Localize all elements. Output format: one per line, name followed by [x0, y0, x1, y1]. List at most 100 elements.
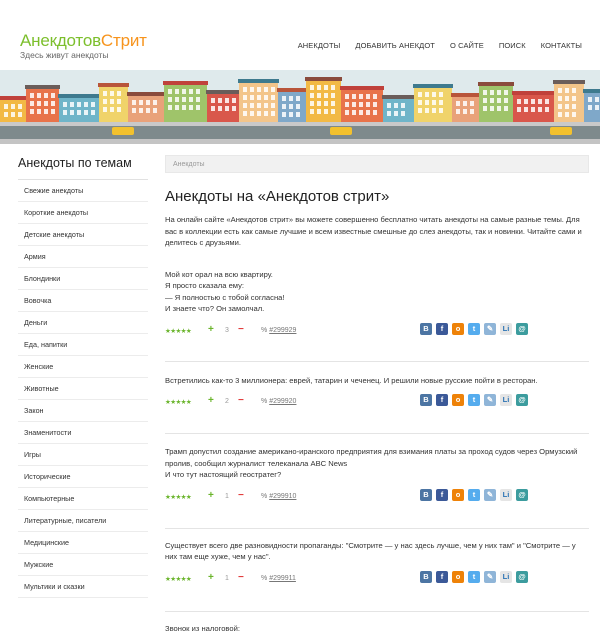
joke-item: Трамп допустил создание американо-иранск… — [165, 434, 589, 529]
joke-item: Встретились как-то 3 миллионера: еврей, … — [165, 362, 589, 435]
mailru-icon[interactable]: @ — [516, 323, 528, 335]
sidebar-title: Анекдоты по темам — [18, 155, 148, 180]
liveinternet-icon[interactable]: Li — [500, 489, 512, 501]
livejournal-icon[interactable]: ✎ — [484, 394, 496, 406]
facebook-icon[interactable]: f — [436, 394, 448, 406]
joke-text: Существует всего две разновидности пропа… — [165, 540, 589, 563]
facebook-icon[interactable]: f — [436, 323, 448, 335]
mailru-icon[interactable]: @ — [516, 489, 528, 501]
vote-up-button[interactable]: + — [208, 490, 214, 501]
joke-meta: ★★★★★ +2 − % #299920 Bfot ✎ Li @ — [165, 394, 589, 412]
nav-jokes[interactable]: АНЕКДОТЫ — [298, 41, 341, 50]
logo-text-orange: Стрит — [101, 31, 147, 50]
share-buttons: Bfot ✎ Li @ — [420, 394, 528, 406]
joke-text: Мой кот орал на всю квартиру. Я просто с… — [165, 269, 589, 315]
sidebar-category-item[interactable]: Деньги — [18, 312, 148, 334]
header-banner — [0, 70, 600, 144]
link-icon: % — [261, 327, 267, 334]
odnoklassniki-icon[interactable]: o — [452, 323, 464, 335]
vote-down-button[interactable]: − — [238, 395, 244, 406]
site-tagline: Здесь живут анекдоты — [20, 50, 109, 60]
joke-list: Мой кот орал на всю квартиру. Я просто с… — [165, 249, 589, 634]
sidebar-category-item[interactable]: Закон — [18, 400, 148, 422]
vk-icon[interactable]: B — [420, 489, 432, 501]
sidebar: Анекдоты по темам Свежие анекдотыКоротки… — [18, 155, 148, 598]
joke-meta: ★★★★★+3−% #299929Bfot✎Li@ — [165, 323, 589, 341]
nav-contacts[interactable]: КОНТАКТЫ — [541, 41, 582, 50]
nav-about[interactable]: О САЙТЕ — [450, 41, 484, 50]
sidebar-category-item[interactable]: Блондинки — [18, 268, 148, 290]
sidebar-category-item[interactable]: Литературные, писатели — [18, 510, 148, 532]
sidebar-category-item[interactable]: Мужские — [18, 554, 148, 576]
odnoklassniki-icon[interactable]: o — [452, 489, 464, 501]
facebook-icon[interactable]: f — [436, 489, 448, 501]
permalink[interactable]: % #299929 — [261, 327, 296, 334]
twitter-icon[interactable]: t — [468, 489, 480, 501]
permalink[interactable]: % #299910 — [261, 493, 296, 500]
sidebar-category-item[interactable]: Медицинские — [18, 532, 148, 554]
sidebar-category-item[interactable]: Детские анекдоты — [18, 224, 148, 246]
mailru-icon[interactable]: @ — [516, 571, 528, 583]
liveinternet-icon[interactable]: Li — [500, 323, 512, 335]
sidebar-category-item[interactable]: Женские — [18, 356, 148, 378]
twitter-icon[interactable]: t — [468, 571, 480, 583]
odnoklassniki-icon[interactable]: o — [452, 571, 464, 583]
breadcrumb[interactable]: Анекдоты — [165, 155, 589, 173]
joke-text: Встретились как-то 3 миллионера: еврей, … — [165, 375, 589, 387]
sidebar-category-item[interactable]: Свежие анекдоты — [18, 180, 148, 202]
vote-up-button[interactable]: + — [208, 324, 214, 335]
page-title: Анекдоты на «Анекдотов стрит» — [165, 187, 589, 207]
vk-icon[interactable]: B — [420, 394, 432, 406]
rating-stars[interactable]: ★★★★★ — [165, 493, 191, 501]
rating-stars[interactable]: ★★★★★ — [165, 327, 191, 335]
vk-icon[interactable]: B — [420, 323, 432, 335]
sidebar-category-item[interactable]: Мультики и сказки — [18, 576, 148, 598]
sidebar-category-item[interactable]: Игры — [18, 444, 148, 466]
link-icon: % — [261, 575, 267, 582]
sidebar-category-item[interactable]: Короткие анекдоты — [18, 202, 148, 224]
mailru-icon[interactable]: @ — [516, 394, 528, 406]
intro-text: На онлайн сайте «Анекдотов стрит» вы мож… — [165, 214, 589, 249]
site-logo[interactable]: АнекдотовСтрит — [20, 31, 147, 51]
odnoklassniki-icon[interactable]: o — [452, 394, 464, 406]
vote-count: 1 — [225, 575, 229, 582]
category-list: Свежие анекдотыКороткие анекдотыДетские … — [18, 180, 148, 598]
logo-text-green: Анекдотов — [20, 31, 101, 50]
sidebar-category-item[interactable]: Животные — [18, 378, 148, 400]
rating-stars[interactable]: ★★★★★ — [165, 398, 191, 406]
nav-search[interactable]: ПОИСК — [499, 41, 526, 50]
nav-add-joke[interactable]: ДОБАВИТЬ АНЕКДОТ — [355, 41, 435, 50]
sidebar-category-item[interactable]: Исторические — [18, 466, 148, 488]
sidebar-category-item[interactable]: Вовочка — [18, 290, 148, 312]
vk-icon[interactable]: B — [420, 571, 432, 583]
joke-meta: ★★★★★+1−% #299911Bfot✎Li@ — [165, 571, 589, 589]
permalink[interactable]: % #299911 — [261, 575, 296, 582]
joke-text: Трамп допустил создание американо-иранск… — [165, 446, 589, 481]
twitter-icon[interactable]: t — [468, 323, 480, 335]
twitter-icon[interactable]: t — [468, 394, 480, 406]
sidebar-category-item[interactable]: Еда, напитки — [18, 334, 148, 356]
facebook-icon[interactable]: f — [436, 571, 448, 583]
sidebar-category-item[interactable]: Компьютерные — [18, 488, 148, 510]
sidebar-category-item[interactable]: Знаменитости — [18, 422, 148, 444]
permalink[interactable]: % #299920 — [261, 398, 296, 405]
main-content: Анекдоты Анекдоты на «Анекдотов стрит» Н… — [165, 155, 589, 634]
livejournal-icon[interactable]: ✎ — [484, 323, 496, 335]
site-header: АнекдотовСтрит Здесь живут анекдоты АНЕК… — [0, 0, 600, 70]
joke-text: Звонок из налоговой: — [165, 623, 589, 634]
sidebar-category-item[interactable]: Армия — [18, 246, 148, 268]
permalink-text: #299911 — [269, 575, 296, 582]
vote-down-button[interactable]: − — [238, 324, 244, 335]
share-buttons: Bfot ✎ Li @ — [420, 489, 528, 501]
rating-stars[interactable]: ★★★★★ — [165, 575, 191, 583]
livejournal-icon[interactable]: ✎ — [484, 571, 496, 583]
main-nav: АНЕКДОТЫ ДОБАВИТЬ АНЕКДОТ О САЙТЕ ПОИСК … — [298, 41, 582, 50]
vote-up-button[interactable]: + — [208, 572, 214, 583]
livejournal-icon[interactable]: ✎ — [484, 489, 496, 501]
vote-up-button[interactable]: + — [208, 395, 214, 406]
liveinternet-icon[interactable]: Li — [500, 394, 512, 406]
liveinternet-icon[interactable]: Li — [500, 571, 512, 583]
vote-down-button[interactable]: − — [238, 490, 244, 501]
vote-down-button[interactable]: − — [238, 572, 244, 583]
vote-count: 2 — [225, 398, 229, 405]
